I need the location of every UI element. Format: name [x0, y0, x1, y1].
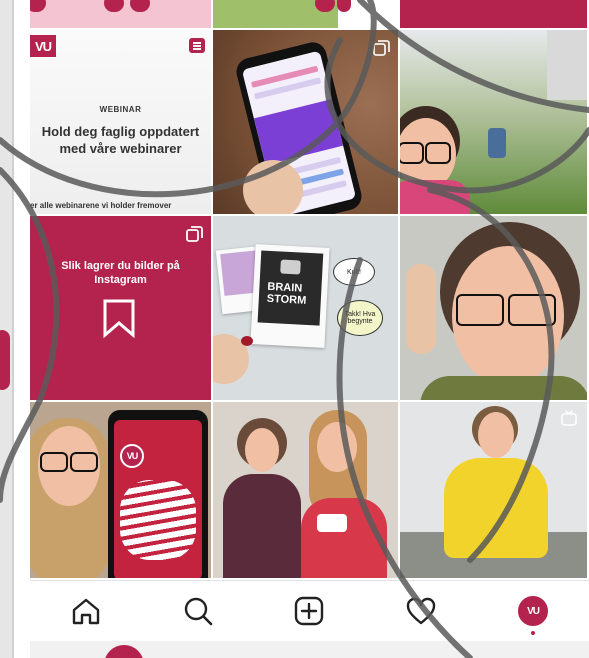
face-photo: [317, 422, 357, 472]
post-thumbnail[interactable]: [213, 0, 400, 30]
decor-blob: [130, 0, 150, 12]
brainstorm-text: BRAIN STORM: [266, 280, 307, 307]
glasses-photo: [456, 294, 504, 326]
vu-logo: VU: [30, 35, 56, 57]
post-polaroids[interactable]: BRAIN STORM Kult! Takk! Hva begynte: [213, 216, 400, 402]
nav-search[interactable]: [178, 591, 218, 631]
nav-profile[interactable]: VU: [513, 591, 553, 635]
phone-photo: VU: [108, 410, 208, 578]
decor-blob: [104, 0, 124, 12]
speech-bubble: Kult!: [333, 258, 375, 286]
active-indicator: [531, 631, 536, 635]
hand-photo: [406, 264, 436, 354]
post-thumbnail[interactable]: [400, 0, 589, 30]
post-save-tip[interactable]: Slik lagrer du bilder på Instagram: [30, 216, 213, 402]
nav-new-post[interactable]: [289, 591, 329, 631]
glasses-photo: [40, 452, 68, 472]
heart-icon: [407, 597, 436, 625]
post-outdoor-selfie[interactable]: [400, 30, 589, 216]
face-photo: [478, 412, 514, 458]
post-selfie-with-phone[interactable]: VU: [30, 402, 213, 580]
shirt-photo: [301, 498, 387, 578]
side-rail: [0, 0, 12, 658]
decor-blob: [30, 0, 46, 12]
vu-logo: VU: [120, 444, 144, 468]
shirt-photo: [444, 458, 548, 558]
shirt-photo: [400, 180, 470, 214]
post-yellow-sweater[interactable]: [400, 402, 589, 580]
post-phone-in-hand[interactable]: [213, 30, 400, 216]
post-webinar[interactable]: VU WEBINAR Hold deg faglig oppdatert med…: [30, 30, 213, 216]
nav-activity[interactable]: [401, 591, 441, 631]
speech-bubble: Takk! Hva begynte: [337, 300, 383, 336]
post-thumbnail[interactable]: [30, 0, 213, 30]
menu-icon: [189, 38, 205, 53]
shirt-photo: [420, 376, 587, 400]
carousel-icon: [186, 226, 203, 242]
plus-square-icon: [295, 596, 324, 626]
decor-blob: [315, 0, 335, 12]
bottom-nav: VU: [30, 580, 589, 641]
search-icon: [184, 597, 212, 626]
post-grid: VU WEBINAR Hold deg faglig oppdatert med…: [30, 0, 589, 580]
side-rail-divider: [12, 0, 14, 658]
bookmark-icon: [103, 299, 135, 338]
glasses-photo: [400, 142, 424, 164]
shirt-photo: [223, 474, 301, 578]
nav-home[interactable]: [66, 591, 106, 631]
webinar-kicker: WEBINAR: [99, 105, 142, 114]
polaroid-photo: BRAIN STORM: [250, 244, 330, 348]
webinar-title: Hold deg faglig oppdatert med våre webin…: [41, 124, 200, 156]
glasses-photo: [508, 294, 556, 326]
decor-blob-left: [0, 330, 10, 390]
instagram-phone-screen: VU WEBINAR Hold deg faglig oppdatert med…: [30, 0, 589, 658]
webinar-footer-text: er alle webinarene vi holder fremover: [30, 201, 172, 210]
face-photo: [245, 428, 279, 472]
igtv-icon: [561, 410, 577, 426]
avatar: VU: [518, 596, 549, 626]
carousel-icon: [373, 40, 390, 56]
glasses-photo: [425, 142, 451, 164]
home-icon: [72, 598, 100, 625]
page: VU WEBINAR Hold deg faglig oppdatert med…: [0, 0, 589, 658]
post-two-women[interactable]: [213, 402, 400, 580]
tip-title: Slik lagrer du bilder på Instagram: [61, 260, 180, 286]
post-pointing-selfie[interactable]: [400, 216, 589, 402]
glasses-photo: [70, 452, 98, 472]
hand-photo: [243, 160, 303, 214]
